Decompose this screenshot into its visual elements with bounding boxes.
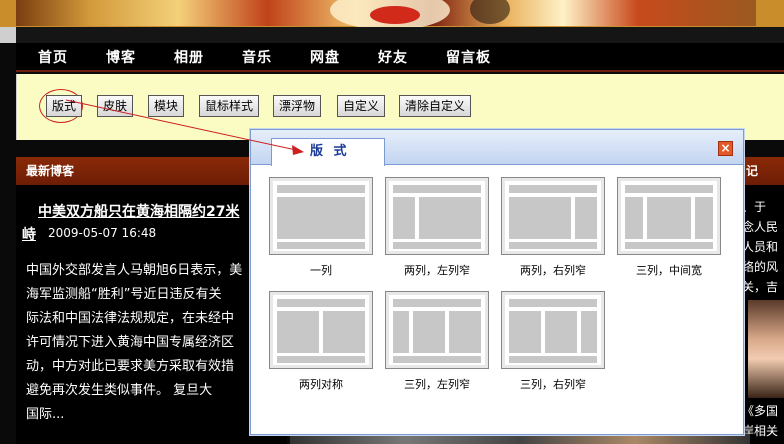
- layout-option-three-col-left-narrow[interactable]: 三列，左列窄: [385, 291, 489, 392]
- post-title-link[interactable]: 中美双方船只在黄海相隔约27米: [38, 201, 278, 221]
- right-text-line: 念人民: [742, 220, 779, 234]
- excerpt-line: 许可情况下进入黄海中国专属经济区: [26, 335, 235, 350]
- two-col-right-narrow-icon: [501, 177, 605, 255]
- layout-option-label: 两列，左列窄: [404, 264, 470, 277]
- floater-button[interactable]: 漂浮物: [273, 95, 322, 117]
- portrait-photo[interactable]: [748, 300, 784, 398]
- excerpt-line: 际法和中国法律法规规定，在未经中: [26, 311, 235, 326]
- latest-blog-panel: 中美双方船只在黄海相隔约27米 峙 2009-05-07 16:48 中国外交部…: [16, 185, 287, 444]
- post-title-tail[interactable]: 峙: [22, 224, 36, 244]
- layout-option-label: 三列，右列窄: [520, 378, 586, 391]
- excerpt-more-link[interactable]: 国际...: [26, 403, 276, 427]
- skin-button[interactable]: 皮肤: [97, 95, 134, 117]
- bottom-photo-strip: [290, 434, 750, 444]
- nav-item-album[interactable]: 相册: [174, 47, 204, 67]
- nav-item-guestbook[interactable]: 留言板: [446, 47, 491, 67]
- two-col-equal-icon: [269, 291, 373, 369]
- nav-item-music[interactable]: 音乐: [242, 47, 272, 67]
- right-text-line: 关，吉: [742, 280, 779, 294]
- nav-item-netdisk[interactable]: 网盘: [310, 47, 340, 67]
- layout-option-label: 两列对称: [299, 378, 343, 391]
- layout-button[interactable]: 版式: [46, 95, 83, 117]
- nav-item-friends[interactable]: 好友: [378, 47, 408, 67]
- clear-custom-button[interactable]: 清除自定义: [399, 95, 472, 117]
- excerpt-line: 避免再次发生类似事件。 复旦大: [26, 383, 213, 398]
- dialog-header: 版 式 ×: [251, 130, 743, 166]
- module-button[interactable]: 模块: [148, 95, 185, 117]
- post-excerpt: 中国外交部发言人马朝旭6日表示，美 海军监测船“胜利”号近日违反有关 际法和中国…: [26, 259, 276, 427]
- layout-option-three-col-middle-wide[interactable]: 三列，中间宽: [617, 177, 721, 278]
- three-col-middle-wide-icon: [617, 177, 721, 255]
- right-text-line: 、于: [742, 200, 767, 214]
- right-text-line: 人员和: [742, 240, 779, 254]
- layout-option-label: 三列，左列窄: [404, 378, 470, 391]
- layout-option-three-col-right-narrow[interactable]: 三列，右列窄: [501, 291, 605, 392]
- main-nav: 首页 博客 相册 音乐 网盘 好友 留言板: [16, 43, 784, 72]
- latest-blog-heading: 最新博客: [16, 157, 287, 185]
- excerpt-line: 中国外交部发言人马朝旭6日表示，美: [26, 263, 243, 278]
- custom-button[interactable]: 自定义: [337, 95, 386, 117]
- one-column-icon: [269, 177, 373, 255]
- two-col-left-narrow-icon: [385, 177, 489, 255]
- layout-option-label: 一列: [310, 264, 332, 277]
- cursor-style-button[interactable]: 鼠标样式: [199, 95, 260, 117]
- tab-layout[interactable]: 版 式: [271, 138, 385, 166]
- layout-option-two-col-equal[interactable]: 两列对称: [269, 291, 373, 392]
- nav-item-home[interactable]: 首页: [38, 47, 68, 67]
- post-date: 2009-05-07 16:48: [48, 226, 157, 240]
- layout-option-two-col-right-narrow[interactable]: 两列，右列窄: [501, 177, 605, 278]
- nav-item-blog[interactable]: 博客: [106, 47, 136, 67]
- right-panel-heading: 记: [740, 157, 784, 185]
- excerpt-line: 动，中方对此已要求美方采取有效措: [26, 359, 235, 374]
- layout-option-one-column[interactable]: 一列: [269, 177, 373, 278]
- three-col-left-narrow-icon: [385, 291, 489, 369]
- right-text-line: 络的风: [742, 260, 779, 274]
- layout-option-two-col-left-narrow[interactable]: 两列，左列窄: [385, 177, 489, 278]
- three-col-right-narrow-icon: [501, 291, 605, 369]
- layout-dialog: 版 式 × 一列 两列，左列窄 两列，右列窄 三列，中间宽 两列对称 三列，左列…: [250, 129, 744, 435]
- header-banner-image: [0, 0, 784, 30]
- banner-divider: [0, 27, 784, 43]
- layout-option-label: 两列，右列窄: [520, 264, 586, 277]
- close-icon[interactable]: ×: [718, 141, 733, 156]
- excerpt-line: 海军监测船“胜利”号近日违反有关: [26, 287, 222, 302]
- right-caption-line[interactable]: 《多国: [742, 401, 778, 421]
- layout-option-label: 三列，中间宽: [636, 264, 702, 277]
